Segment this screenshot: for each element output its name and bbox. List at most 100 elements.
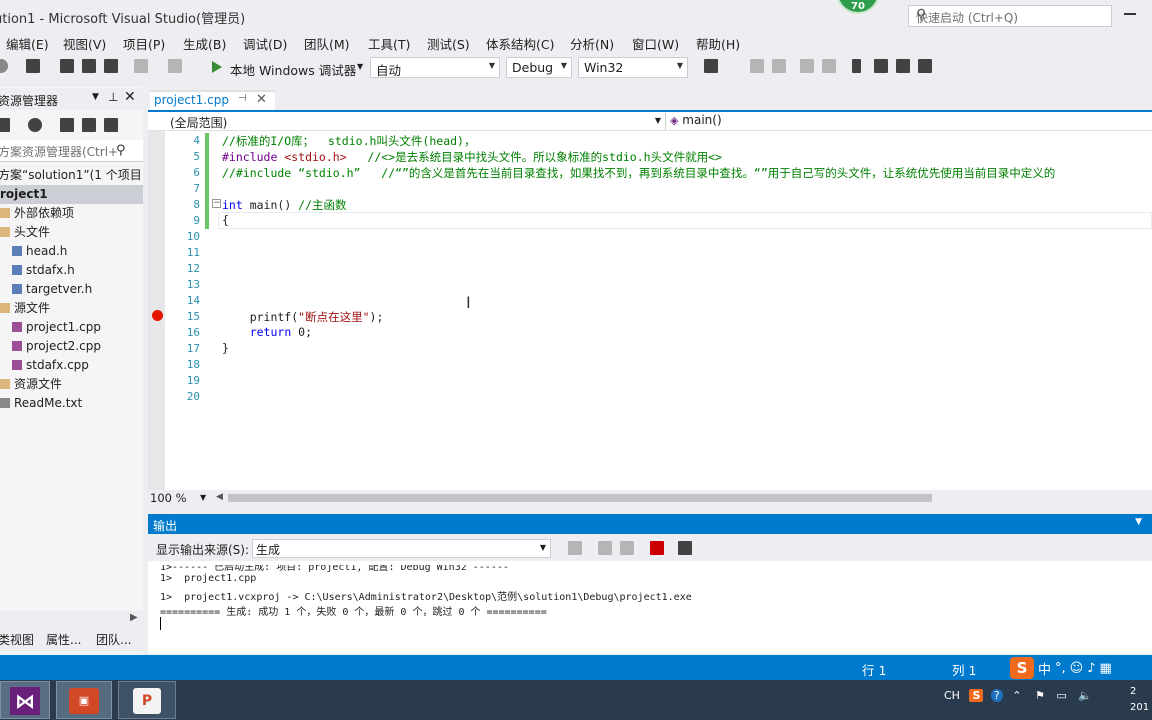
home-icon[interactable]: [0, 118, 10, 132]
microphone-icon[interactable]: ♪: [1087, 661, 1095, 676]
scroll-right-icon[interactable]: ▶: [130, 612, 138, 623]
menu-test[interactable]: 测试(S): [427, 34, 470, 53]
tree-item-targetver-h-file[interactable]: targetver.h: [0, 280, 143, 299]
platform-select[interactable]: Win32 ▼: [578, 57, 688, 78]
solution-search-input[interactable]: 方案资源管理器(Ctrl+ ⚲: [0, 140, 143, 162]
code-line[interactable]: //标准的I/O库； stdio.h叫头文件(head)，: [222, 133, 475, 149]
system-tray[interactable]: CH S ? ⌃ ⚑ ▭ 🔈: [944, 689, 1092, 702]
comment-icon[interactable]: [800, 59, 814, 73]
quick-launch-input[interactable]: 快速启动 (Ctrl+Q) ⚲: [908, 5, 1112, 27]
tree-item-readme-file[interactable]: ReadMe.txt: [0, 394, 143, 413]
menu-help[interactable]: 帮助(H): [696, 34, 740, 53]
save-all-icon[interactable]: [104, 59, 118, 73]
code-line[interactable]: printf("断点在这里");: [222, 309, 384, 325]
tab-project1-cpp[interactable]: project1.cpp ⊣ ✕: [150, 90, 275, 110]
clock[interactable]: 2 201: [1130, 684, 1149, 716]
pin-icon[interactable]: ⊣: [238, 93, 247, 104]
menu-tools[interactable]: 工具(T): [368, 34, 410, 53]
tree-item-header-files-folder[interactable]: 头文件: [0, 223, 143, 242]
show-hidden-icons-icon[interactable]: ⌃: [1012, 689, 1021, 702]
scrollbar-thumb[interactable]: [228, 494, 932, 502]
save-icon[interactable]: [82, 59, 96, 73]
member-dropdown[interactable]: ◈ main(): [670, 113, 722, 127]
taskbar-app-2[interactable]: ▣: [56, 681, 112, 719]
tree-item-project-node[interactable]: roject1: [0, 185, 143, 204]
pin-icon[interactable]: ⊥: [108, 90, 118, 104]
horizontal-scrollbar[interactable]: ▶: [0, 611, 143, 627]
chevron-down-icon[interactable]: ▼: [92, 92, 99, 102]
undo-icon[interactable]: [134, 59, 148, 73]
start-debugging-icon[interactable]: [212, 61, 222, 73]
sync-icon[interactable]: [60, 118, 74, 132]
uncomment-icon[interactable]: [822, 59, 836, 73]
prev-message-icon[interactable]: [598, 541, 612, 555]
clear-bookmarks-icon[interactable]: [918, 59, 932, 73]
breakpoint-icon[interactable]: [152, 310, 163, 321]
menu-window[interactable]: 窗口(W): [632, 34, 679, 53]
configuration-select[interactable]: Debug ▼: [506, 57, 572, 78]
solution-node[interactable]: 方案“solution1”(1 个项目: [0, 166, 142, 185]
menu-project[interactable]: 项目(P): [123, 34, 165, 53]
tree-item-source-files-folder[interactable]: 源文件: [0, 299, 143, 318]
flag-icon[interactable]: ⚑: [1035, 689, 1045, 702]
ime-toolbar[interactable]: S 中 °, ☺ ♪ ▦: [1010, 656, 1152, 680]
tree-item-head-h-file[interactable]: head.h: [0, 242, 143, 261]
code-line[interactable]: }: [222, 341, 229, 355]
find-in-files-icon[interactable]: [704, 59, 718, 73]
tab-properties[interactable]: 属性...: [46, 631, 81, 648]
show-all-files-icon[interactable]: [104, 118, 118, 132]
menu-architecture[interactable]: 体系结构(C): [486, 34, 554, 53]
bookmark-icon[interactable]: [852, 59, 861, 73]
code-line[interactable]: int main() //主函数: [222, 197, 347, 213]
search-icon[interactable]: ⚲: [916, 7, 1107, 23]
taskbar-visual-studio[interactable]: ⋈: [0, 681, 50, 719]
sogou-tray-icon[interactable]: S: [969, 689, 984, 702]
scope-dropdown[interactable]: (全局范围) ▼: [150, 113, 666, 130]
menu-build[interactable]: 生成(B): [183, 34, 226, 53]
language-indicator[interactable]: CH: [944, 689, 960, 702]
tree-item-project1-cpp-file[interactable]: project1.cpp: [0, 318, 143, 337]
help-icon[interactable]: ?: [990, 689, 1003, 702]
close-icon[interactable]: ✕: [124, 89, 136, 105]
code-line[interactable]: //#include “stdio.h” //“”的含义是首先在当前目录查找，如…: [222, 165, 1055, 181]
word-wrap-icon[interactable]: [678, 541, 692, 555]
menu-view[interactable]: 视图(V): [63, 34, 106, 53]
tree-item-stdafx-cpp-file[interactable]: stdafx.cpp: [0, 356, 143, 375]
sogou-icon[interactable]: S: [1010, 657, 1034, 679]
clear-all-icon[interactable]: [650, 541, 664, 555]
code-line[interactable]: {: [222, 213, 229, 227]
collapse-all-icon[interactable]: [82, 118, 96, 132]
prev-bookmark-icon[interactable]: [874, 59, 888, 73]
emoji-icon[interactable]: ☺: [1070, 661, 1084, 676]
tree-item-stdafx-h-file[interactable]: stdafx.h: [0, 261, 143, 280]
code-line[interactable]: return 0;: [222, 325, 312, 339]
output-source-select[interactable]: 生成 ▼: [252, 539, 551, 558]
chevron-down-icon[interactable]: ▼: [1135, 517, 1142, 527]
tree-item-project2-cpp-file[interactable]: project2.cpp: [0, 337, 143, 356]
new-project-icon[interactable]: [26, 59, 40, 73]
collapse-icon[interactable]: −: [212, 199, 221, 208]
taskbar-powerpoint[interactable]: P: [118, 681, 176, 719]
chevron-down-icon[interactable]: ▼: [357, 62, 363, 71]
tab-class-view[interactable]: 类视图: [0, 631, 34, 648]
code-line[interactable]: #include <stdio.h> //<>是去系统目录中找头文件。所以象标准…: [222, 149, 722, 165]
menu-edit[interactable]: 编辑(E): [6, 34, 49, 53]
search-icon[interactable]: ⚲: [116, 143, 126, 158]
ime-mode[interactable]: 中: [1038, 659, 1051, 678]
outdent-icon[interactable]: [772, 59, 786, 73]
indent-icon[interactable]: [750, 59, 764, 73]
find-message-icon[interactable]: [568, 541, 582, 555]
volume-icon[interactable]: 🔈: [1078, 689, 1092, 702]
redo-icon[interactable]: [168, 59, 182, 73]
next-message-icon[interactable]: [620, 541, 634, 555]
solution-config-select[interactable]: 自动 ▼: [370, 57, 500, 78]
menu-team[interactable]: 团队(M): [304, 34, 350, 53]
tree-item-external-deps-node[interactable]: 外部依赖项: [0, 204, 143, 223]
punctuation-icon[interactable]: °,: [1055, 661, 1066, 676]
minimize-button[interactable]: [1124, 13, 1136, 15]
refresh-icon[interactable]: [28, 118, 42, 132]
tree-item-resource-files-folder[interactable]: 资源文件: [0, 375, 143, 394]
menu-debug[interactable]: 调试(D): [243, 34, 287, 53]
close-icon[interactable]: ✕: [256, 92, 267, 107]
keyboard-icon[interactable]: ▦: [1100, 661, 1112, 676]
